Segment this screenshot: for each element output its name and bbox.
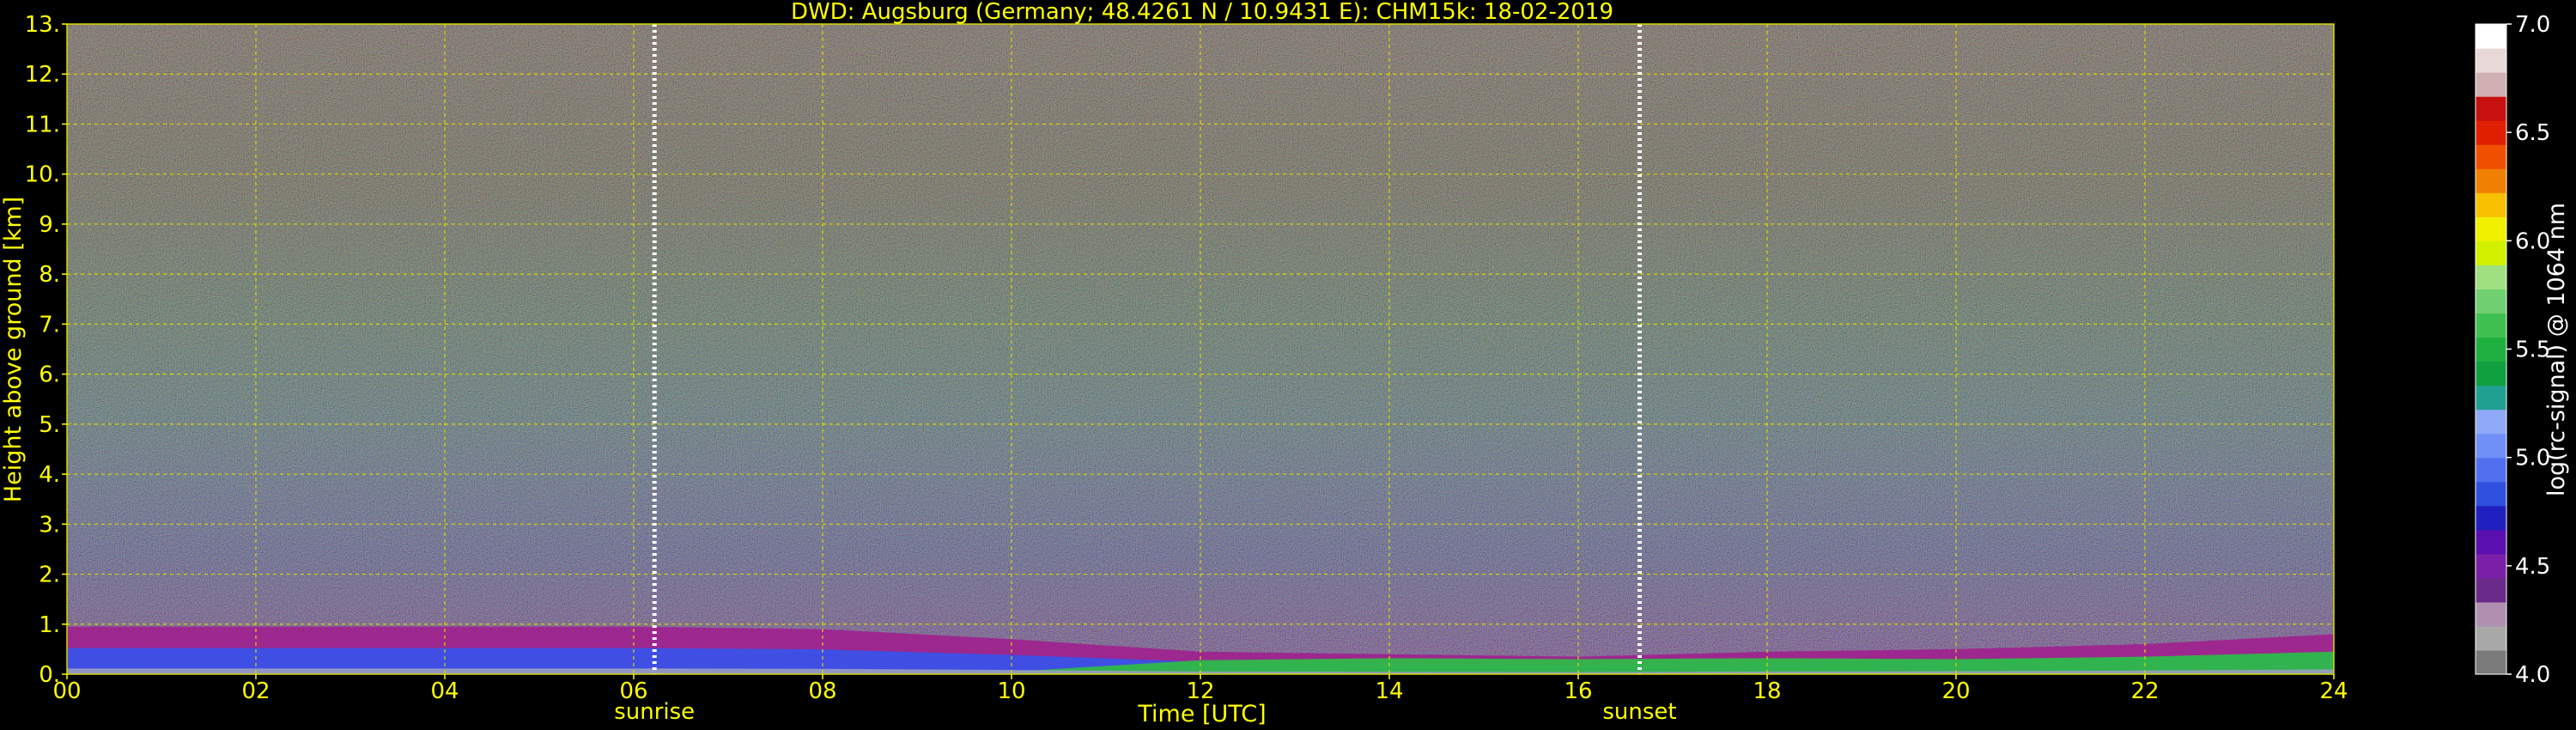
x-tick-label: 04: [430, 678, 459, 704]
y-tick-label: 7.: [39, 312, 60, 338]
colorbar-segment: [2476, 216, 2506, 241]
chart-canvas: 0.1.2.3.4.5.6.7.8.9.10.11.12.13. 00 02 04 0…: [0, 0, 2570, 727]
colorbar-segment: [2476, 72, 2506, 97]
colorbar-segment: [2476, 601, 2506, 627]
x-tick-label: 02: [241, 678, 270, 704]
colorbar-segment: [2476, 289, 2506, 314]
y-tick-label: 8.: [39, 262, 60, 288]
y-tick-label: 2.: [39, 563, 60, 588]
plot-area: [66, 23, 2335, 675]
ceilometer-figure: 0. 1. 2. 3. 4. 5. 6. 7. 8. 9. 10. 11. 12. 13. 00 02 04 0…: [0, 0, 2576, 730]
y-tick-label: 13.: [25, 12, 60, 38]
x-tick-label: 16: [1564, 678, 1592, 704]
colorbar-segment: [2476, 361, 2506, 386]
colorbar-segment: [2476, 265, 2506, 290]
colorbar-segment: [2476, 144, 2506, 169]
colorbar-segment: [2476, 385, 2506, 411]
colorbar-segment: [2476, 649, 2506, 675]
y-tick-label: 6.: [39, 362, 60, 388]
colorbar-segment: [2476, 481, 2506, 507]
x-tick-label: 20: [1941, 678, 1970, 704]
colorbar: 4.04.55.05.56.06.57.0 log(rc-signal) @ 1…: [2475, 12, 2570, 688]
colorbar-segment: [2476, 553, 2506, 579]
y-tick-label: 10.: [25, 162, 60, 188]
x-tick-label: 14: [1375, 678, 1403, 704]
colorbar-tick-label: 7.0: [2515, 12, 2550, 38]
colorbar-tick-label: 4.5: [2515, 554, 2550, 580]
colorbar-segment: [2476, 409, 2506, 435]
colorbar-segment: [2476, 24, 2506, 49]
colorbar-segment: [2476, 625, 2506, 651]
colorbar-tick-label: 6.5: [2515, 120, 2550, 146]
colorbar-label: log(rc-signal) @ 1064 nm: [2543, 203, 2570, 496]
y-axis-label: Height above ground [km]: [0, 197, 27, 502]
y-tick-label: 5.: [39, 412, 60, 438]
colorbar-segment: [2476, 577, 2506, 603]
y-tick-label: 4.: [39, 462, 60, 488]
x-tick-label: 22: [2130, 678, 2159, 704]
y-tick-label: 12.: [25, 62, 60, 88]
x-axis-ticks: 00 02 04 06 08 10 12 14 16 18 20 22 24: [52, 674, 2348, 704]
colorbar-segment: [2476, 240, 2506, 265]
x-tick-label: 10: [997, 678, 1025, 704]
colorbar-segment: [2476, 529, 2506, 555]
x-tick-label: 00: [52, 678, 81, 704]
colorbar-tick-label: 4.0: [2515, 662, 2550, 688]
colorbar-segment: [2476, 337, 2506, 362]
colorbar-segment: [2476, 48, 2506, 73]
colorbar-segment: [2476, 168, 2506, 193]
colorbar-segments: [2476, 24, 2506, 675]
colorbar-segment: [2476, 192, 2506, 217]
colorbar-segment: [2476, 96, 2506, 121]
x-tick-label: 24: [2319, 678, 2348, 704]
colorbar-segment: [2476, 505, 2506, 531]
y-tick-label: 11.: [25, 112, 60, 137]
x-tick-label: 18: [1753, 678, 1781, 704]
y-tick-label: 1.: [39, 612, 60, 638]
y-tick-label: 3.: [39, 512, 60, 538]
annotation-label-sunrise: sunrise: [614, 699, 695, 725]
y-axis-ticks: 0.1.2.3.4.5.6.7.8.9.10.11.12.13.: [25, 12, 67, 688]
colorbar-segment: [2476, 313, 2506, 338]
colorbar-segment: [2476, 120, 2506, 145]
colorbar-segment: [2476, 457, 2506, 483]
x-axis-label: Time [UTC]: [1137, 701, 1266, 727]
chart-title: DWD: Augsburg (Germany; 48.4261 N / 10.9…: [791, 0, 1613, 25]
annotation-label-sunset: sunset: [1602, 699, 1676, 725]
x-tick-label: 08: [808, 678, 836, 704]
colorbar-segment: [2476, 433, 2506, 459]
y-tick-label: 9.: [39, 212, 60, 238]
